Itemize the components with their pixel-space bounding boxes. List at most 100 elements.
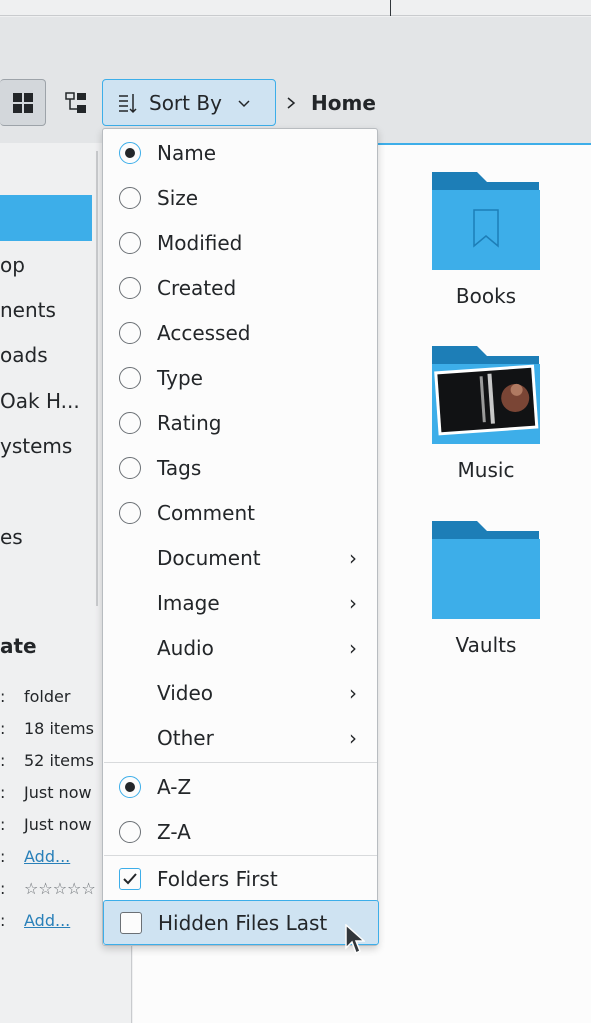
add-tags-link[interactable]: Add... <box>24 847 70 866</box>
menu-item-label: Audio <box>157 635 214 660</box>
chevron-right-icon <box>287 96 296 109</box>
radio-icon <box>119 276 141 299</box>
menu-item-sort-name[interactable]: Name <box>103 130 377 175</box>
icons-view-button[interactable] <box>0 79 46 126</box>
sidebar-item[interactable]: oads <box>0 343 48 367</box>
menu-item-other-submenu[interactable]: Other › <box>103 715 377 760</box>
folder-label: Music <box>457 458 515 482</box>
info-row: : Just now <box>0 815 92 834</box>
menu-item-sort-modified[interactable]: Modified <box>103 220 377 265</box>
breadcrumb-home[interactable]: Home <box>311 91 376 115</box>
info-row: :52 items <box>0 751 94 770</box>
info-row: : Add... <box>0 911 71 930</box>
sidebar-item[interactable]: ystems <box>0 434 72 458</box>
radio-icon <box>119 321 141 344</box>
tree-view-button[interactable] <box>56 79 96 126</box>
info-value: folder <box>24 687 71 706</box>
sort-by-button[interactable]: Sort By <box>102 79 276 126</box>
icons-view-icon <box>12 92 33 113</box>
menu-item-sort-comment[interactable]: Comment <box>103 490 377 535</box>
menu-item-hidden-files-last[interactable]: Hidden Files Last <box>103 900 379 945</box>
chevron-down-icon <box>238 99 250 107</box>
sort-by-menu: Name Size Modified Created Accessed Type… <box>102 128 379 946</box>
menu-item-label: Z-A <box>157 819 191 844</box>
radio-icon <box>119 411 141 434</box>
radio-icon <box>119 820 141 843</box>
chevron-right-icon: › <box>349 590 357 615</box>
menu-item-video-submenu[interactable]: Video › <box>103 670 377 715</box>
menu-item-sort-rating[interactable]: Rating <box>103 400 377 445</box>
vaults-folder-icon <box>432 521 540 619</box>
menu-item-sort-tags[interactable]: Tags <box>103 445 377 490</box>
menu-item-label: Video <box>157 680 214 705</box>
info-value: 18 items <box>24 719 94 738</box>
chevron-right-icon: › <box>349 545 357 570</box>
sidebar-item[interactable]: op <box>0 253 25 277</box>
menu-item-label: Type <box>157 365 203 390</box>
checkbox-checked-icon <box>119 867 141 890</box>
menu-item-folders-first[interactable]: Folders First <box>103 856 377 901</box>
books-folder-icon <box>432 172 540 270</box>
folder-label: Vaults <box>455 633 517 657</box>
menu-item-sort-created[interactable]: Created <box>103 265 377 310</box>
menu-item-label: Folders First <box>157 866 278 891</box>
menu-item-label: A-Z <box>157 774 192 799</box>
window-top-strip <box>0 0 591 16</box>
checkbox-icon <box>120 911 142 934</box>
menu-item-label: Hidden Files Last <box>158 910 328 935</box>
menu-separator <box>104 762 377 763</box>
sidebar-selected-item[interactable] <box>0 195 92 241</box>
sidebar-scrollbar[interactable] <box>96 151 98 606</box>
info-value: Just now <box>24 783 92 802</box>
menu-item-image-submenu[interactable]: Image › <box>103 580 377 625</box>
sort-by-label: Sort By <box>149 90 222 115</box>
menu-item-document-submenu[interactable]: Document › <box>103 535 377 580</box>
window-divider <box>390 0 391 16</box>
radio-icon <box>119 456 141 479</box>
menu-item-audio-submenu[interactable]: Audio › <box>103 625 377 670</box>
menu-item-label: Comment <box>157 500 255 525</box>
menu-item-label: Size <box>157 185 199 210</box>
info-value: 52 items <box>24 751 94 770</box>
info-row: : folder <box>0 687 71 706</box>
add-comment-link[interactable]: Add... <box>24 911 70 930</box>
info-row: : Just now <box>0 783 92 802</box>
menu-item-order-az[interactable]: A-Z <box>103 764 377 809</box>
radio-icon <box>119 231 141 254</box>
menu-item-sort-type[interactable]: Type <box>103 355 377 400</box>
sidebar-item[interactable]: Oak H... <box>0 389 80 413</box>
music-folder-icon <box>432 346 540 444</box>
menu-item-order-za[interactable]: Z-A <box>103 809 377 854</box>
radio-selected-icon <box>119 141 141 164</box>
rating-stars[interactable]: ☆☆☆☆☆ <box>24 879 96 898</box>
info-panel-heading: ate <box>0 634 37 658</box>
folder-tile[interactable]: Music <box>421 344 551 482</box>
info-row: :18 items <box>0 719 94 738</box>
menu-item-label: Tags <box>157 455 202 480</box>
mouse-cursor-icon <box>345 924 365 955</box>
radio-icon <box>119 186 141 209</box>
menu-item-label: Accessed <box>157 320 251 345</box>
menu-item-label: Other <box>157 725 214 750</box>
breadcrumb: Home <box>285 79 376 126</box>
menu-item-sort-accessed[interactable]: Accessed <box>103 310 377 355</box>
info-row: : Add... <box>0 847 71 866</box>
radio-icon <box>119 501 141 524</box>
menu-item-sort-size[interactable]: Size <box>103 175 377 220</box>
info-row: : ☆☆☆☆☆ <box>0 879 96 898</box>
sidebar-item[interactable]: nents <box>0 298 56 322</box>
chevron-right-icon: › <box>349 635 357 660</box>
folder-tile[interactable]: Vaults <box>421 519 551 657</box>
radio-icon <box>119 366 141 389</box>
menu-item-label: Document <box>157 545 261 570</box>
info-value: Just now <box>24 815 92 834</box>
menu-item-label: Created <box>157 275 237 300</box>
chevron-right-icon: › <box>349 680 357 705</box>
toolbar: Sort By Home <box>0 17 591 143</box>
sidebar-item[interactable]: es <box>0 525 23 549</box>
menu-item-label: Image <box>157 590 220 615</box>
folder-tile[interactable]: Books <box>421 170 551 308</box>
menu-item-label: Rating <box>157 410 222 435</box>
chevron-right-icon: › <box>349 725 357 750</box>
folder-label: Books <box>455 284 517 308</box>
